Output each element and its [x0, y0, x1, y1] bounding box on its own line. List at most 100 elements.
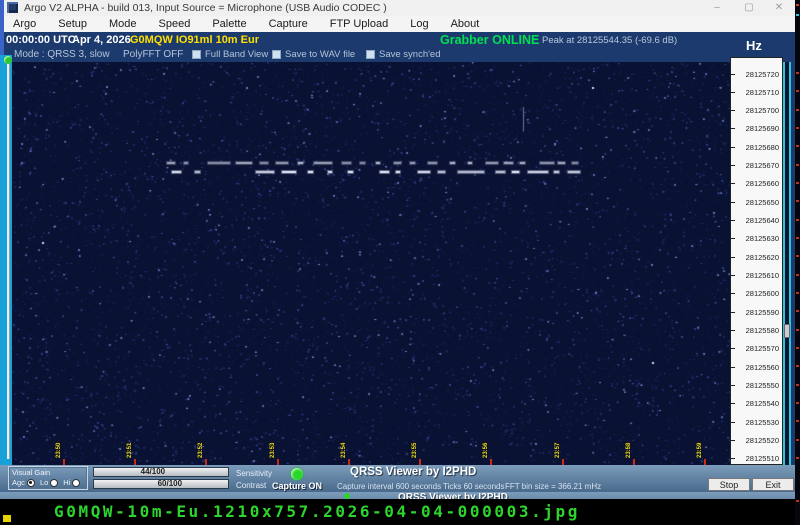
edge-fragment-icon	[796, 108, 799, 111]
checkbox-box-icon[interactable]	[272, 50, 281, 59]
checkbox-save-synch-ed[interactable]: Save synch'ed	[366, 49, 441, 60]
waterfall-canvas	[12, 62, 730, 465]
edge-fragment-icon	[796, 401, 799, 404]
radio-hi[interactable]	[72, 478, 81, 487]
polyfft-label[interactable]: PolyFFT OFF	[123, 49, 183, 60]
contrast-slider[interactable]: 60/100	[93, 479, 229, 489]
sensitivity-value: 44/100	[140, 467, 166, 476]
title-bar[interactable]: Argo V2 ALPHA - build 013, Input Source …	[0, 0, 795, 16]
edge-fragment-icon	[796, 328, 799, 331]
freq-scale-row: 28125620	[731, 252, 782, 262]
edge-fragment-icon	[796, 90, 799, 93]
checkbox-save-to-wav-file[interactable]: Save to WAV file	[272, 49, 355, 60]
time-tick-label: 23:50	[56, 442, 62, 458]
freq-value: 28125630	[745, 234, 779, 244]
freq-scale-row: 28125590	[731, 307, 782, 317]
checkbox-box-icon[interactable]	[366, 50, 375, 59]
control-bar: Visual Gain Agc Lo Hi 44/100 60/100 Sensit…	[0, 465, 795, 492]
edge-fragment-icon	[796, 255, 799, 258]
freq-scale-row: 28125650	[731, 197, 782, 207]
edge-fragment-icon	[796, 346, 799, 349]
edge-fragment-icon	[796, 145, 799, 148]
tool-row: Mode : QRSS 3, slow PolyFFT OFF Full Ban…	[4, 48, 795, 62]
freq-scale-row: 28125550	[731, 381, 782, 391]
viewer-title: QRSS Viewer by I2PHD	[350, 466, 477, 478]
time-tick-label: 23:59	[696, 442, 703, 458]
freq-scale-row: 28125540	[731, 399, 782, 409]
edge-fragment-icon	[796, 310, 799, 313]
menu-item-about[interactable]: About	[442, 18, 493, 30]
menu-item-setup[interactable]: Setup	[49, 18, 100, 30]
freq-scale-row: 28125560	[731, 362, 782, 372]
close-button[interactable]: ✕	[768, 1, 790, 15]
freq-scale-row: 28125660	[731, 179, 782, 189]
edge-fragment-icon	[796, 420, 799, 423]
freq-scale-row: 28125510	[731, 454, 782, 464]
freq-value: 28125690	[745, 124, 779, 134]
left-offset-slider[interactable]	[4, 55, 12, 465]
menu-bar: Argo Setup Mode Speed Palette Capture FTP Uplo…	[4, 16, 795, 32]
callsign-label: G0MQW IO91ml 10m Eur	[130, 34, 259, 46]
freq-value: 28125530	[745, 417, 779, 427]
sensitivity-slider[interactable]: 44/100	[93, 467, 229, 477]
checkbox-label: Save to WAV file	[285, 49, 356, 60]
right-scroll-rail[interactable]	[783, 62, 791, 465]
hz-unit-label: Hz	[746, 38, 762, 53]
time-tick-label: 23:55	[412, 442, 419, 458]
time-tick-label: 23:52	[198, 442, 205, 458]
left-slider-knob[interactable]	[4, 56, 12, 64]
date-label: Apr 4, 2026	[72, 34, 131, 46]
edge-fragment-icon	[796, 273, 799, 276]
freq-value: 28125720	[745, 69, 779, 79]
menu-item-argo[interactable]: Argo	[4, 18, 49, 30]
freq-value: 28125600	[745, 289, 779, 299]
exit-button[interactable]: Exit	[752, 478, 794, 491]
freq-scale-row: 28125710	[731, 87, 782, 97]
freq-value: 28125680	[745, 142, 779, 152]
freq-scale-row: 28125600	[731, 289, 782, 299]
stop-button[interactable]: Stop	[708, 478, 750, 491]
edge-fragment-icon	[796, 4, 799, 6]
radio-label-lo: Lo	[39, 478, 49, 487]
checkbox-full-band-view[interactable]: Full Band View	[192, 49, 268, 60]
edge-fragment-icon	[796, 72, 799, 74]
time-tick-label: 23:54	[340, 442, 347, 458]
menu-item-speed[interactable]: Speed	[150, 18, 204, 30]
contrast-label: Contrast	[236, 481, 267, 490]
checkbox-box-icon[interactable]	[192, 50, 201, 59]
left-slider-track	[7, 63, 9, 459]
freq-value: 28125580	[745, 326, 779, 336]
menu-item-palette[interactable]: Palette	[203, 18, 259, 30]
freq-value: 28125510	[745, 454, 779, 464]
freq-value: 28125640	[745, 216, 779, 226]
menu-item-ftp-upload[interactable]: FTP Upload	[321, 18, 402, 30]
checkbox-label: Full Band View	[205, 49, 269, 60]
edge-fragment-icon	[796, 200, 799, 203]
freq-scale-row: 28125530	[731, 417, 782, 427]
capture-interval-label: Capture interval 600 seconds	[337, 482, 442, 491]
edge-fragment-icon	[796, 456, 799, 459]
menu-item-log[interactable]: Log	[401, 18, 441, 30]
visual-gain-group: Visual Gain Agc Lo Hi	[8, 466, 88, 490]
menu-item-capture[interactable]: Capture	[260, 18, 321, 30]
clipped-viewer-title: QRSS Viewer by I2PHD	[398, 492, 508, 499]
right-scroll-handle[interactable]	[784, 324, 790, 338]
edge-fragment-icon	[796, 291, 799, 294]
freq-value: 28125710	[745, 87, 779, 97]
edge-fragment-icon	[796, 126, 799, 129]
maximize-button[interactable]: ▢	[738, 1, 760, 15]
freq-value: 28125670	[745, 161, 779, 171]
edge-fragment-icon	[796, 383, 799, 386]
menu-item-mode[interactable]: Mode	[100, 18, 150, 30]
freq-scale-row: 28125720	[731, 69, 782, 79]
radio-lo[interactable]	[50, 478, 59, 487]
capture-status: Capture ON	[272, 481, 323, 491]
freq-scale-row: 28125670	[731, 161, 782, 171]
screen-right-edge	[795, 0, 800, 525]
minimize-button[interactable]: –	[706, 1, 728, 15]
freq-value: 28125660	[745, 179, 779, 189]
fft-bin-label: FFT bin size = 366.21 mHz	[505, 482, 602, 491]
freq-value: 28125700	[745, 106, 779, 116]
radio-agc[interactable]	[26, 478, 35, 487]
freq-value: 28125550	[745, 381, 779, 391]
